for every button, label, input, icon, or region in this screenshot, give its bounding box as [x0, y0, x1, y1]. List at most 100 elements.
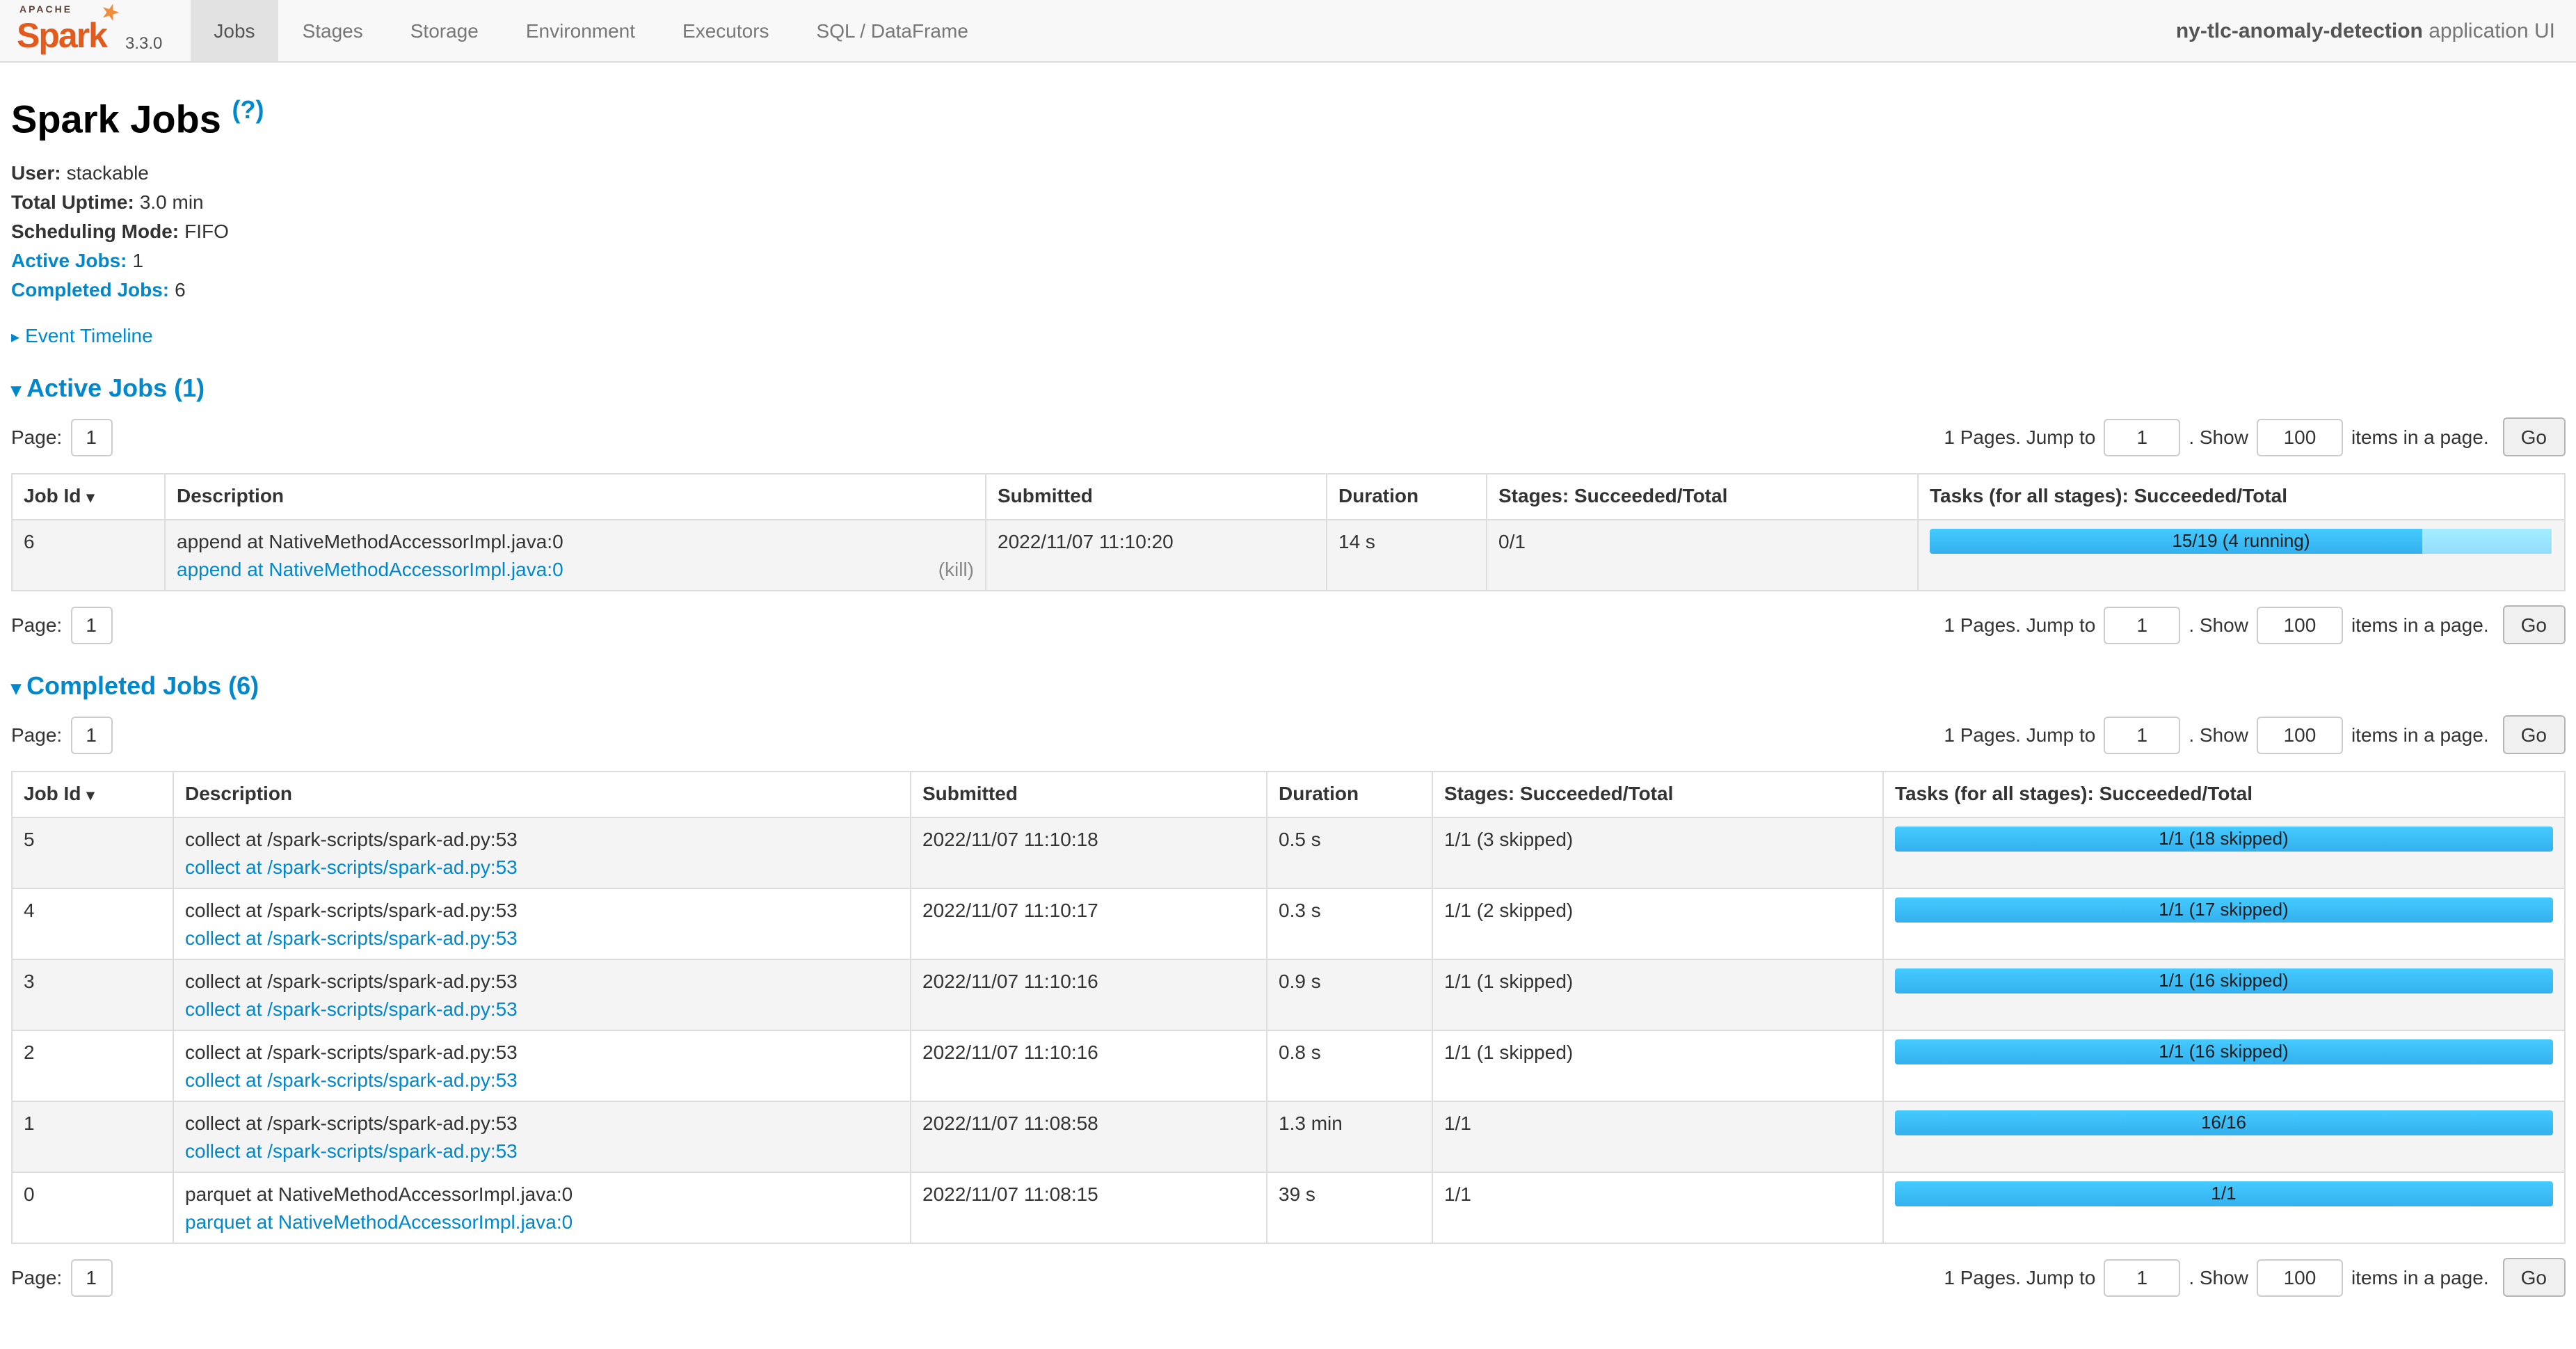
event-timeline-toggle[interactable]: ▸Event Timeline: [11, 325, 2565, 347]
tab-stages[interactable]: Stages: [279, 0, 387, 61]
tasks-progress-label: 16/16: [1895, 1111, 2552, 1136]
collapse-open-icon: ▾: [11, 379, 21, 403]
active-jobs-heading[interactable]: ▾Active Jobs (1): [11, 375, 2565, 404]
navbar: APACHE ★ Spark 3.3.0 Jobs Stages Storage…: [0, 0, 2576, 63]
duration-cell: 39 s: [1267, 1173, 1432, 1244]
column-header-description[interactable]: Description: [165, 474, 986, 520]
column-header-stages[interactable]: Stages: Succeeded/Total: [1487, 474, 1918, 520]
page-label: Page:: [11, 614, 62, 637]
submitted-cell: 2022/11/07 11:08:15: [911, 1173, 1267, 1244]
description-cell: append at NativeMethodAccessorImpl.java:…: [165, 520, 986, 591]
items-text: items in a page.: [2351, 724, 2489, 747]
description-cell: collect at /spark-scripts/spark-ad.py:53…: [173, 960, 911, 1031]
completed-jobs-heading[interactable]: ▾Completed Jobs (6): [11, 673, 2565, 702]
column-header-job-id[interactable]: Job Id▾: [12, 474, 165, 520]
completed-jobs-link[interactable]: Completed Jobs:: [11, 279, 169, 301]
submitted-cell: 2022/11/07 11:10:20: [986, 520, 1327, 591]
summary-active-jobs: Active Jobs:1: [11, 247, 2565, 276]
tab-jobs[interactable]: Jobs: [190, 0, 278, 61]
scheduling-mode-value: FIFO: [184, 221, 229, 243]
job-id-cell: 6: [12, 520, 165, 591]
job-description-link[interactable]: parquet at NativeMethodAccessorImpl.java…: [185, 1208, 573, 1236]
go-button[interactable]: Go: [2503, 1259, 2565, 1298]
job-id-header-label: Job Id: [24, 783, 81, 805]
page-number-input[interactable]: [70, 607, 112, 644]
page-number-input[interactable]: [70, 419, 112, 456]
duration-cell: 0.8 s: [1267, 1031, 1432, 1102]
items-per-page-input[interactable]: [2257, 717, 2343, 754]
page-number-input[interactable]: [70, 1259, 112, 1297]
column-header-tasks[interactable]: Tasks (for all stages): Succeeded/Total: [1918, 474, 2564, 520]
job-id-cell: 3: [12, 960, 173, 1031]
description-cell: collect at /spark-scripts/spark-ad.py:53…: [173, 889, 911, 960]
page-label: Page:: [11, 426, 62, 449]
column-header-duration[interactable]: Duration: [1327, 474, 1487, 520]
job-description-link[interactable]: collect at /spark-scripts/spark-ad.py:53: [185, 925, 518, 952]
event-timeline-label: Event Timeline: [25, 325, 153, 347]
duration-cell: 0.9 s: [1267, 960, 1432, 1031]
pagination: Page: 1 Pages. Jump to . Show items in a…: [11, 716, 2565, 755]
duration-cell: 1.3 min: [1267, 1102, 1432, 1173]
column-header-submitted[interactable]: Submitted: [986, 474, 1327, 520]
page-title: Spark Jobs (?): [11, 96, 2565, 143]
pagination: Page: 1 Pages. Jump to . Show items in a…: [11, 1259, 2565, 1298]
tab-storage[interactable]: Storage: [387, 0, 502, 61]
nav-tabs: Jobs Stages Storage Environment Executor…: [190, 0, 992, 61]
job-description-link[interactable]: collect at /spark-scripts/spark-ad.py:53: [185, 996, 518, 1023]
jump-to-input[interactable]: [2104, 419, 2180, 456]
job-description-link[interactable]: collect at /spark-scripts/spark-ad.py:53: [185, 854, 518, 881]
table-row: 1 collect at /spark-scripts/spark-ad.py:…: [12, 1102, 2564, 1173]
job-description-link[interactable]: append at NativeMethodAccessorImpl.java:…: [177, 556, 563, 584]
job-description-link[interactable]: collect at /spark-scripts/spark-ad.py:53: [185, 1067, 518, 1094]
show-text: . Show: [2189, 614, 2248, 637]
job-id-cell: 4: [12, 889, 173, 960]
column-header-stages[interactable]: Stages: Succeeded/Total: [1432, 772, 1883, 818]
table-row: 2 collect at /spark-scripts/spark-ad.py:…: [12, 1031, 2564, 1102]
column-header-duration[interactable]: Duration: [1267, 772, 1432, 818]
summary-completed-jobs: Completed Jobs: 6: [11, 276, 2565, 305]
show-text: . Show: [2189, 426, 2248, 449]
column-header-description[interactable]: Description: [173, 772, 911, 818]
tab-executors[interactable]: Executors: [659, 0, 793, 61]
user-label: User:: [11, 162, 61, 184]
jump-to-input[interactable]: [2104, 1259, 2180, 1297]
active-jobs-link[interactable]: Active Jobs:: [11, 250, 127, 272]
page-label: Page:: [11, 1267, 62, 1289]
sort-desc-icon: ▾: [86, 490, 94, 507]
tab-environment[interactable]: Environment: [502, 0, 659, 61]
summary-uptime: Total Uptime:3.0 min: [11, 189, 2565, 218]
spark-version: 3.3.0: [125, 33, 162, 57]
table-row: 5 collect at /spark-scripts/spark-ad.py:…: [12, 818, 2564, 889]
page-number-input[interactable]: [70, 717, 112, 754]
items-per-page-input[interactable]: [2257, 1259, 2343, 1297]
tasks-progress-bar: 1/1 (16 skipped): [1895, 969, 2552, 994]
column-header-submitted[interactable]: Submitted: [911, 772, 1267, 818]
spark-wordmark: Spark: [17, 17, 106, 57]
column-header-job-id[interactable]: Job Id▾: [12, 772, 173, 818]
go-button[interactable]: Go: [2503, 606, 2565, 645]
job-description: collect at /spark-scripts/spark-ad.py:53: [185, 1110, 899, 1138]
spark-logo[interactable]: APACHE ★ Spark: [17, 4, 125, 57]
job-description-link[interactable]: collect at /spark-scripts/spark-ad.py:53: [185, 1138, 518, 1165]
summary-user: User:stackable: [11, 159, 2565, 189]
items-per-page-input[interactable]: [2257, 419, 2343, 456]
tasks-progress-label: 1/1 (18 skipped): [1895, 827, 2552, 852]
go-button[interactable]: Go: [2503, 716, 2565, 755]
completed-jobs-count: 6: [175, 279, 186, 301]
jump-to-input[interactable]: [2104, 717, 2180, 754]
kill-link[interactable]: (kill): [938, 556, 974, 584]
go-button[interactable]: Go: [2503, 418, 2565, 457]
completed-jobs-heading-label: Completed Jobs (6): [26, 673, 259, 701]
scheduling-mode-label: Scheduling Mode:: [11, 221, 179, 243]
tasks-progress-bar: 1/1 (18 skipped): [1895, 827, 2552, 852]
help-link[interactable]: (?): [232, 96, 264, 124]
table-row: 0 parquet at NativeMethodAccessorImpl.ja…: [12, 1173, 2564, 1244]
table-row: 4 collect at /spark-scripts/spark-ad.py:…: [12, 889, 2564, 960]
uptime-value: 3.0 min: [140, 191, 204, 214]
tab-sql-dataframe[interactable]: SQL / DataFrame: [793, 0, 992, 61]
items-per-page-input[interactable]: [2257, 607, 2343, 644]
items-text: items in a page.: [2351, 1267, 2489, 1289]
jump-to-input[interactable]: [2104, 607, 2180, 644]
job-description: parquet at NativeMethodAccessorImpl.java…: [185, 1181, 899, 1208]
column-header-tasks[interactable]: Tasks (for all stages): Succeeded/Total: [1883, 772, 2564, 818]
